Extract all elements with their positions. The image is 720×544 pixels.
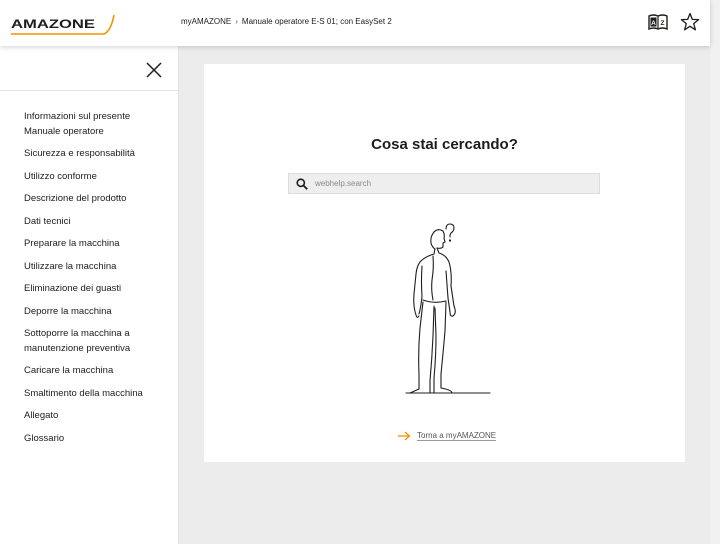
top-bar: AMAZONE myAMAZONE › Manuale operatore E-… bbox=[0, 0, 710, 46]
sidebar-item-utilizzo-conforme[interactable]: Utilizzo conforme bbox=[24, 170, 169, 185]
sidebar-item-manutenzione[interactable]: Sottoporre la macchina a manutenzione pr… bbox=[24, 327, 169, 356]
search-box bbox=[288, 173, 600, 194]
page-title: Cosa stai cercando? bbox=[371, 136, 518, 153]
sidebar-item-utilizzare[interactable]: Utilizzare la macchina bbox=[24, 260, 169, 275]
breadcrumb-separator-icon: › bbox=[235, 17, 238, 26]
breadcrumb: myAMAZONE › Manuale operatore E-S 01; co… bbox=[181, 17, 392, 26]
brand-name: AMAZONE bbox=[11, 17, 95, 31]
main-content: Cosa stai cercando? webhelp.search Torna… bbox=[179, 46, 710, 544]
star-icon[interactable] bbox=[680, 12, 700, 32]
sidebar: Informazioni sul presente Manuale operat… bbox=[0, 46, 179, 544]
sidebar-item-glossario[interactable]: Glossario bbox=[24, 432, 169, 447]
breadcrumb-manual[interactable]: Manuale operatore E-S 01; con EasySet 2 bbox=[242, 17, 392, 26]
svg-text:A: A bbox=[651, 20, 656, 27]
sidebar-item-informazioni[interactable]: Informazioni sul presente Manuale operat… bbox=[24, 110, 169, 139]
sidebar-item-smaltimento[interactable]: Smaltimento della macchina bbox=[24, 387, 169, 402]
back-to-myamazone-link[interactable]: Torna a myAMAZONE bbox=[397, 431, 497, 441]
scrollbar[interactable] bbox=[710, 0, 720, 544]
search-card: Cosa stai cercando? webhelp.search Torna… bbox=[204, 64, 685, 462]
search-icon bbox=[296, 178, 308, 190]
search-input[interactable] bbox=[315, 176, 595, 191]
svg-text:Z: Z bbox=[661, 20, 665, 27]
back-link-label: Torna a myAMAZONE bbox=[417, 431, 497, 441]
breadcrumb-myamazone[interactable]: myAMAZONE bbox=[181, 17, 231, 26]
sidebar-item-descrizione[interactable]: Descrizione del prodotto bbox=[24, 192, 169, 207]
dictionary-icon[interactable]: A Z bbox=[648, 13, 668, 31]
header-actions: A Z bbox=[648, 12, 700, 32]
sidebar-menu: Informazioni sul presente Manuale operat… bbox=[24, 110, 169, 454]
sidebar-item-deporre[interactable]: Deporre la macchina bbox=[24, 305, 169, 320]
sidebar-item-allegato[interactable]: Allegato bbox=[24, 409, 169, 424]
close-icon[interactable] bbox=[145, 61, 163, 79]
sidebar-item-caricare[interactable]: Caricare la macchina bbox=[24, 364, 169, 379]
arrow-right-icon bbox=[398, 431, 411, 441]
thinking-person-illustration bbox=[405, 223, 491, 394]
sidebar-item-eliminazione-guasti[interactable]: Eliminazione dei guasti bbox=[24, 282, 169, 297]
amazone-logo[interactable]: AMAZONE bbox=[10, 13, 116, 37]
sidebar-item-sicurezza[interactable]: Sicurezza e responsabilità bbox=[24, 147, 169, 162]
sidebar-item-dati-tecnici[interactable]: Dati tecnici bbox=[24, 215, 169, 230]
sidebar-item-preparare[interactable]: Preparare la macchina bbox=[24, 237, 169, 252]
sidebar-divider bbox=[0, 90, 178, 91]
